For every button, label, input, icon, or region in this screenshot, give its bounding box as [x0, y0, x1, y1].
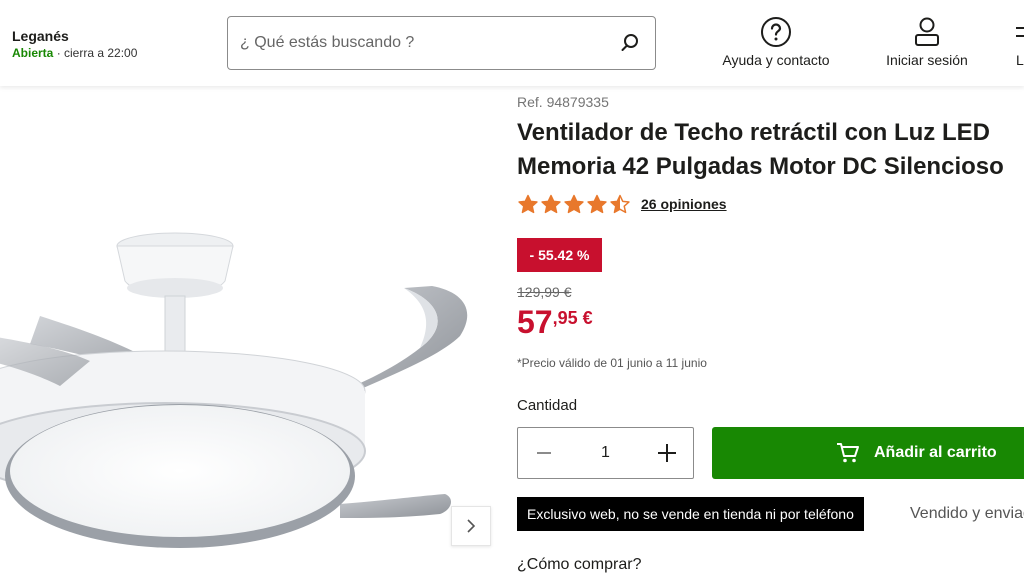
star-full-icon: [587, 194, 607, 214]
quantity-increase-button[interactable]: [653, 439, 681, 467]
product-title: Ventilador de Techo retráctil con Luz LE…: [517, 116, 1024, 184]
product-rating: 26 opiniones: [517, 194, 727, 214]
add-to-cart-label: Añadir al carrito: [874, 444, 997, 461]
quantity-label: Cantidad: [517, 397, 578, 414]
store-name: Leganés: [12, 28, 69, 44]
search-bar: [227, 16, 656, 70]
quantity-decrease-button[interactable]: [530, 439, 558, 467]
store-open-label: Abierta: [12, 46, 54, 60]
rating-stars: [517, 194, 631, 214]
product-title-line1: Ventilador de Techo retráctil con Luz LE…: [517, 119, 990, 146]
how-to-buy-link[interactable]: ¿Cómo comprar?: [517, 556, 641, 574]
site-header: Leganés Abierta · cierra a 22:00 Ayuda y…: [0, 0, 1024, 86]
help-contact-link[interactable]: Ayuda y contacto: [712, 16, 840, 68]
product-reference: Ref. 94879335: [517, 94, 609, 110]
sold-by-text: Vendido y enviado: [910, 505, 1024, 522]
price-decimals: ,95 €: [552, 308, 593, 328]
exclusive-web-badge: Exclusivo web, no se vende en tienda ni …: [517, 497, 864, 531]
star-full-icon: [518, 194, 538, 214]
search-input[interactable]: [240, 34, 605, 52]
star-full-icon: [541, 194, 561, 214]
list-icon: [1016, 27, 1024, 37]
chevron-right-icon: [467, 519, 476, 533]
nav-item-cut[interactable]: L: [1016, 16, 1024, 68]
question-circle-icon: [761, 17, 791, 47]
store-closing-time: · cierra a 22:00: [56, 46, 138, 60]
old-price: 129,99 €: [517, 284, 572, 300]
add-to-cart-button[interactable]: Añadir al carrito: [712, 427, 1024, 479]
price-validity: *Precio válido de 01 junio a 11 junio: [517, 356, 707, 370]
help-contact-label: Ayuda y contacto: [722, 52, 830, 68]
store-status: Abierta · cierra a 22:00: [12, 45, 137, 61]
product-gallery: [0, 86, 500, 576]
search-button[interactable]: [605, 18, 655, 68]
user-icon: [915, 17, 939, 46]
quantity-input[interactable]: [585, 444, 626, 462]
star-half-icon: [610, 194, 630, 214]
quantity-stepper: [517, 427, 694, 479]
gallery-next-button[interactable]: [451, 506, 491, 546]
current-price: 57,95 €: [517, 304, 593, 341]
login-label: Iniciar sesión: [886, 52, 968, 68]
minus-icon: [537, 452, 551, 454]
star-full-icon: [564, 194, 584, 214]
search-icon: [621, 34, 638, 51]
nav-cut-label: L: [1016, 52, 1024, 68]
cart-icon: [837, 443, 859, 463]
product-title-line2: Memoria 42 Pulgadas Motor DC Silencioso: [517, 153, 1004, 180]
store-selector[interactable]: Leganés Abierta · cierra a 22:00: [12, 27, 137, 61]
login-link[interactable]: Iniciar sesión: [876, 16, 978, 68]
price-integer: 57: [517, 304, 553, 340]
product-image: [0, 232, 468, 548]
reviews-link[interactable]: 26 opiniones: [641, 196, 727, 212]
discount-badge: - 55.42 %: [517, 238, 602, 272]
plus-icon: [658, 444, 676, 462]
